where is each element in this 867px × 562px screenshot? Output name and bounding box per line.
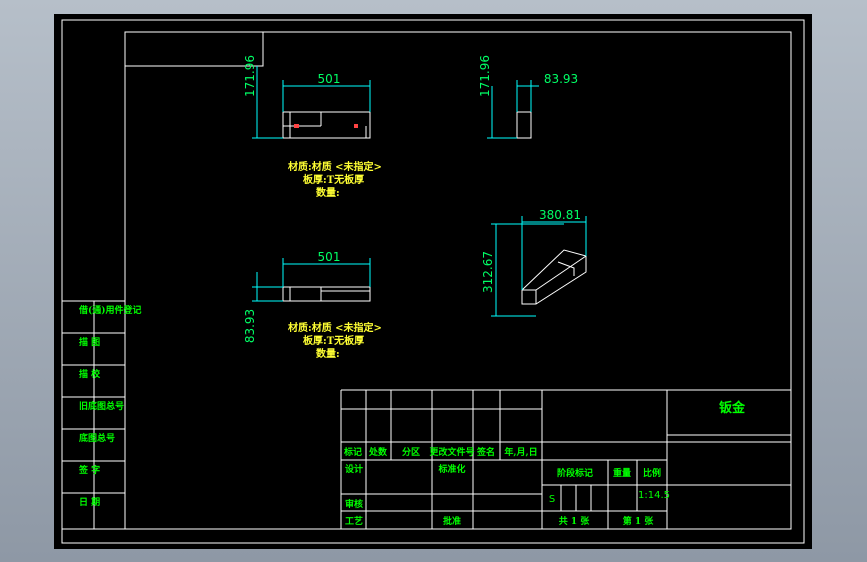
side-dim-height: 171.96 [478,55,492,97]
side-label: 日 期 [79,496,100,508]
side-label: 描 校 [79,368,101,380]
front-view: 501 171.96 [243,55,371,139]
header-sign: 签名 [476,446,495,458]
iso-dim-height: 312.67 [481,251,495,293]
note-quantity: 数量: [316,186,340,199]
side-label: 借(通)用件登记 [78,304,142,316]
iso-dim-width: 380.81 [539,208,581,222]
cad-drawing: 借(通)用件登记 描 图 描 校 旧底图总号 底图总号 签 字 日 期 标记 处… [61,19,805,544]
header-zone: 分区 [402,446,420,458]
side-label: 旧底图总号 [79,400,124,412]
side-label: 底图总号 [79,432,115,444]
top-view-notes: 材质:材质 <未指定> 板厚:T无板厚 数量: [288,321,382,360]
header-approve: 批准 [443,515,461,527]
iso-view-outline [521,249,587,305]
side-view: 83.93 171.96 [478,55,578,139]
side-dim-width: 83.93 [544,72,578,86]
side-panel [61,300,126,530]
top-dim-width: 501 [318,250,341,264]
front-dim-width: 501 [318,72,341,86]
front-view-dimensions [252,66,371,139]
header-date: 年,月,日 [504,446,537,458]
header-weight: 重量 [613,467,631,479]
side-label: 描 图 [79,336,100,348]
header-mark: 标记 [343,446,362,458]
header-design: 设计 [345,463,363,475]
top-view-dimensions [252,258,371,302]
note-material: 材质:材质 <未指定> [288,160,382,173]
side-panel-labels: 借(通)用件登记 描 图 描 校 旧底图总号 底图总号 签 字 日 期 [78,304,142,508]
header-process: 工艺 [345,515,363,527]
header-doc-no: 更改文件号 [429,446,474,458]
header-count: 处数 [368,446,388,458]
part-name: 钣金 [719,400,746,416]
top-dim-height: 83.93 [243,309,257,343]
front-view-mark [294,124,299,128]
sheet-no: 第 1 张 [623,515,655,527]
stage-mark: S [549,494,555,505]
scale-value: 1:14.5 [638,490,670,501]
front-view-notes: 材质:材质 <未指定> 板厚:T无板厚 数量: [288,160,382,199]
top-view-outline [282,286,371,302]
header-standardize: 标准化 [437,463,465,475]
side-view-outline [516,111,532,139]
note-thickness: 板厚:T无板厚 [303,334,364,347]
iso-view: 380.81 312.67 [481,208,587,317]
side-label: 签 字 [78,464,100,476]
note-quantity: 数量: [316,347,340,360]
outer-frame [61,19,805,544]
header-review: 审核 [345,498,363,510]
front-dim-height: 171.96 [243,55,257,97]
front-view-mark [354,124,358,128]
note-thickness: 板厚:T无板厚 [303,173,364,186]
header-scale: 比例 [643,467,661,479]
note-material: 材质:材质 <未指定> [288,321,382,334]
sheets-total: 共 1 张 [559,515,591,527]
drawing-sheet: 借(通)用件登记 描 图 描 校 旧底图总号 底图总号 签 字 日 期 标记 处… [54,14,812,549]
header-stage: 阶段标记 [557,467,593,479]
